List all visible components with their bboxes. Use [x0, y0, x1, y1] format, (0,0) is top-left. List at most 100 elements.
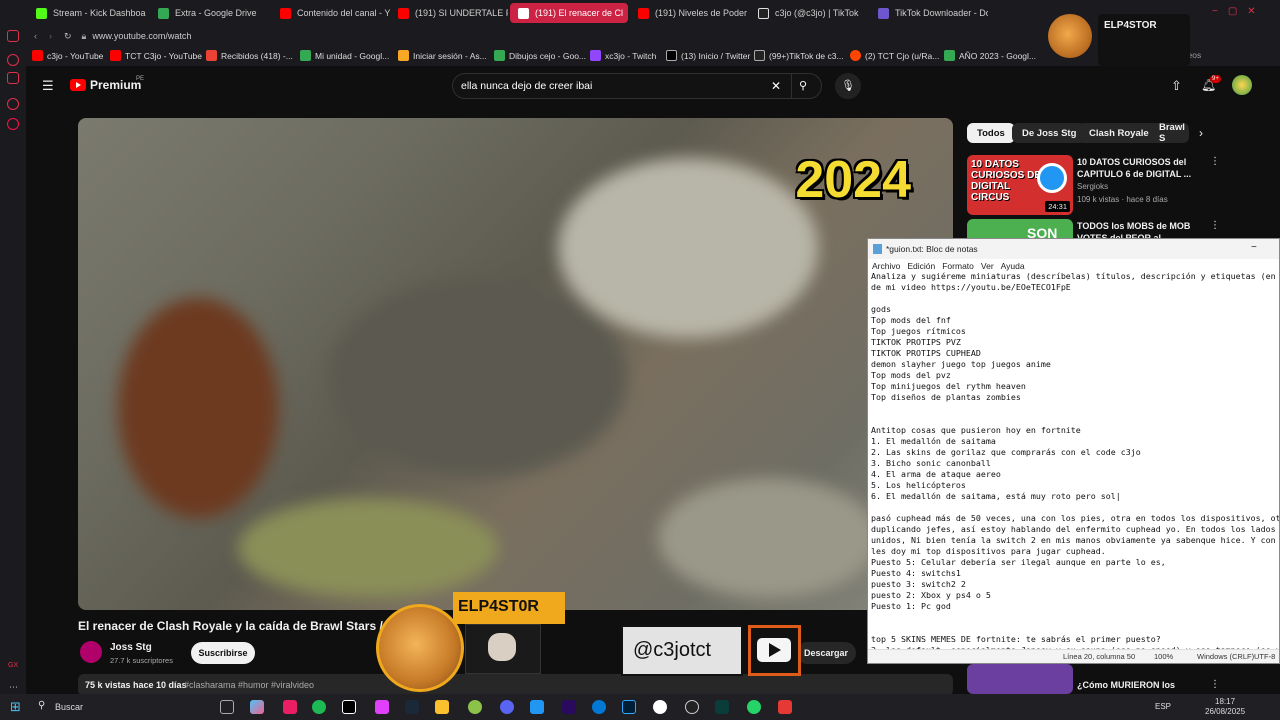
bookmark[interactable]: Iniciar sesión - As... [398, 50, 487, 61]
premiere-icon[interactable] [562, 700, 576, 714]
subscribe-button[interactable]: Suscribirse [191, 642, 255, 664]
edge-icon[interactable] [592, 700, 606, 714]
gx-icon[interactable]: GX [8, 662, 18, 669]
tab-tiktok[interactable]: c3jo (@c3jo) | TikTok [750, 3, 868, 23]
account-avatar[interactable] [1232, 75, 1252, 95]
wallet-icon[interactable] [7, 72, 19, 84]
app-icon[interactable] [283, 700, 297, 714]
menu-archivo[interactable]: Archivo [872, 261, 900, 271]
more-vert-icon[interactable]: ⋮ [1210, 220, 1220, 231]
logo-text[interactable]: Premium [90, 78, 141, 92]
channel-avatar[interactable] [80, 641, 102, 663]
steam-icon[interactable] [405, 700, 419, 714]
rec-title[interactable]: 10 DATOS CURIOSOS del CAPITULO 6 de DIGI… [1077, 156, 1192, 180]
notepad-text-area[interactable]: Analiza y sugiéreme miniaturas (descríbe… [871, 271, 1279, 649]
channel-name[interactable]: Joss Stg [110, 642, 152, 653]
tab-drive[interactable]: Extra - Google Drive [150, 3, 268, 23]
download-button[interactable]: Descargar [796, 642, 856, 664]
search-input[interactable]: ella nunca dejo de creer ibai [461, 80, 592, 92]
tab-yt-content[interactable]: Contenido del canal - Yo [272, 3, 390, 23]
bookmark-label: TCT C3jo - YouTube [125, 50, 203, 61]
instagram-icon[interactable] [7, 118, 19, 130]
chip-channel[interactable]: De Joss Stg [1012, 123, 1087, 143]
back-icon[interactable]: ‹ [34, 31, 37, 41]
clear-search-icon[interactable]: ✕ [771, 79, 781, 93]
youtube-logo-icon[interactable] [70, 79, 86, 91]
create-icon[interactable]: ⇧ [1171, 78, 1182, 94]
video-player[interactable]: 2024 [78, 118, 953, 610]
app-icon[interactable] [778, 700, 792, 714]
discord-icon[interactable] [500, 700, 514, 714]
bookmark[interactable]: Mi unidad - Googl... [300, 50, 389, 61]
search-icon[interactable]: ⚲ [799, 79, 807, 92]
menu-ver[interactable]: Ver [981, 261, 994, 271]
forward-icon[interactable]: › [49, 31, 52, 41]
rec-thumbnail[interactable]: SON [967, 219, 1073, 239]
app-icon[interactable] [530, 700, 544, 714]
app-icon[interactable] [653, 700, 667, 714]
search-box[interactable]: ella nunca dejo de creer ibai ✕ ⚲ [452, 73, 822, 99]
task-view-icon[interactable] [220, 700, 234, 714]
search-icon[interactable]: ⚲ [38, 700, 45, 711]
rec-title[interactable]: ¿Cómo MURIERON los SUPERS en el PROYECTO… [1077, 679, 1192, 693]
tab-undertale[interactable]: (191) SI UNDERTALE FUE [390, 3, 508, 23]
photoshop-icon[interactable] [622, 700, 636, 714]
notepad-titlebar[interactable]: *guion.txt: Bloc de notas − [868, 239, 1279, 259]
rec-thumbnail[interactable]: 10 DATOS CURIOSOS DE DIGITAL CIRCUS 24:3… [967, 155, 1073, 215]
bookmark[interactable]: (13) Inicio / Twitter [666, 50, 750, 61]
obs-icon[interactable] [342, 700, 356, 714]
rec-channel[interactable]: Sergioks [1077, 182, 1108, 191]
chevron-right-icon[interactable]: › [1199, 126, 1203, 140]
bookmark[interactable]: (99+)TikTok de c3... [754, 50, 844, 61]
tab-niveles[interactable]: (191) Niveles de Poder de [630, 3, 748, 23]
bookmark[interactable]: AÑO 2023 - Googl... [944, 50, 1036, 61]
window-controls[interactable]: −▢✕ [1212, 6, 1266, 17]
clock-date[interactable]: 26/08/2025 [1205, 707, 1245, 716]
url-field[interactable]: www.youtube.com/watch [92, 31, 191, 41]
app-icon[interactable] [685, 700, 699, 714]
bookmark[interactable]: Recibidos (418) -... [206, 50, 293, 61]
minimize-icon[interactable]: − [1251, 242, 1257, 253]
description-box[interactable]: 75 k vistas hace 10 días #clasharama #hu… [78, 674, 953, 696]
whatsapp-icon[interactable] [747, 700, 761, 714]
bookmark[interactable]: TCT C3jo - YouTube [110, 50, 202, 61]
windows-start-icon[interactable]: ⊞ [10, 699, 21, 715]
aria-icon[interactable] [7, 54, 19, 66]
folder-icon [398, 50, 409, 61]
menu-ayuda[interactable]: Ayuda [1001, 261, 1025, 271]
chip-all[interactable]: Todos [967, 123, 1015, 143]
mic-icon[interactable]: 🎙︎ [835, 73, 861, 99]
bookmark[interactable]: xc3jo - Twitch [590, 50, 656, 61]
video-blur-shape [558, 158, 818, 338]
history-icon[interactable] [7, 98, 19, 110]
tab-active-video[interactable]: (191) El renacer de Cl [510, 3, 628, 23]
copilot-icon[interactable] [250, 700, 264, 714]
bookmark[interactable]: (2) TCT Cjo (u/Ra... [850, 50, 939, 61]
opera-icon[interactable] [7, 30, 19, 42]
app-icon[interactable] [715, 700, 729, 714]
rec-title[interactable]: TODOS los MOBS de MOB VOTES del PEOR al … [1077, 220, 1192, 238]
tab-kick[interactable]: Stream - Kick Dashboard [28, 3, 146, 23]
reload-icon[interactable]: ↻ [64, 31, 72, 42]
more-vert-icon[interactable]: ⋮ [1210, 679, 1220, 690]
rec-thumbnail[interactable] [967, 664, 1073, 694]
youtube-icon [32, 50, 43, 61]
menu-icon[interactable]: ☰ [42, 78, 54, 94]
chip-brawl[interactable]: Brawl S [1149, 123, 1189, 143]
menu-edicion[interactable]: Edición [907, 261, 935, 271]
more-icon[interactable]: ⋯ [9, 682, 18, 693]
taskbar-search[interactable]: Buscar [55, 702, 83, 712]
clock-time[interactable]: 18:17 [1215, 697, 1235, 706]
hashtags[interactable]: #clasharama #humor #viralvideo [184, 680, 314, 690]
chip-clash-royale[interactable]: Clash Royale [1079, 123, 1159, 143]
spotify-icon[interactable] [312, 700, 326, 714]
tab-tiktok-downloader[interactable]: TikTok Downloader - Dow [870, 3, 988, 23]
language[interactable]: ESP [1155, 702, 1171, 711]
app-icon[interactable] [375, 700, 389, 714]
app-icon[interactable] [468, 700, 482, 714]
bookmark[interactable]: Dibujos cejo - Goo... [494, 50, 586, 61]
menu-formato[interactable]: Formato [942, 261, 974, 271]
file-explorer-icon[interactable] [435, 700, 449, 714]
more-vert-icon[interactable]: ⋮ [1210, 156, 1220, 167]
bookmark[interactable]: c3jo - YouTube [32, 50, 103, 61]
